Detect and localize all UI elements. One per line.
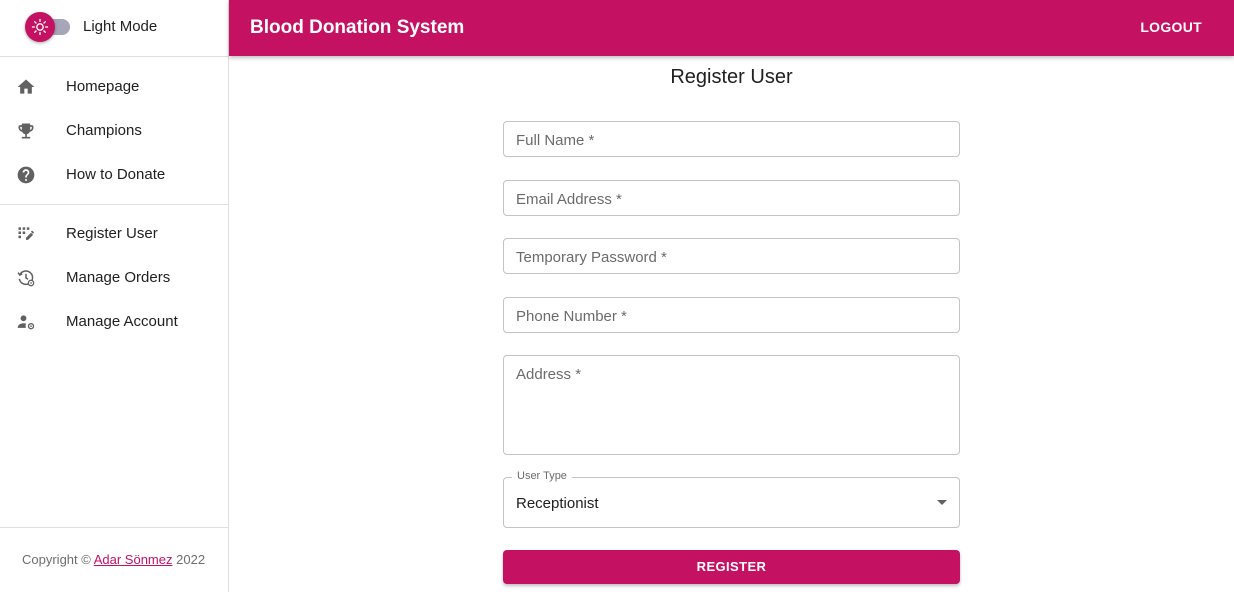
sidebar: Light Mode Homepage Champions How to Don… (0, 0, 229, 592)
register-button[interactable]: REGISTER (503, 550, 960, 584)
sidebar-footer: Copyright © Adar Sönmez 2022 (0, 527, 228, 592)
app-title: Blood Donation System (250, 17, 465, 38)
secondary-nav: Register User Manage Orders Manage Accou… (0, 212, 228, 344)
full-name-placeholder: Full Name * (516, 132, 595, 149)
email-field[interactable]: Email Address * (503, 180, 960, 216)
user-settings-icon (17, 315, 35, 330)
address-placeholder: Address * (516, 366, 582, 383)
full-name-field[interactable]: Full Name * (503, 121, 960, 157)
phone-placeholder: Phone Number * (516, 308, 627, 325)
email-placeholder: Email Address * (516, 191, 622, 208)
sidebar-item-label: Manage Orders (66, 269, 171, 286)
theme-label: Light Mode (83, 18, 158, 35)
history-settings-icon (17, 270, 35, 287)
copyright-prefix: Copyright © (22, 552, 91, 567)
copyright-text: Copyright © Adar Sönmez 2022 (22, 552, 205, 567)
sidebar-divider (0, 204, 228, 205)
user-type-label: User Type (512, 470, 572, 482)
theme-toggle-switch[interactable] (25, 12, 55, 42)
temporary-password-field[interactable]: Temporary Password * (503, 238, 960, 274)
home-icon (17, 79, 35, 94)
theme-toggle-row: Light Mode (0, 0, 228, 57)
author-link[interactable]: Adar Sönmez (94, 552, 173, 567)
sidebar-item-champions[interactable]: Champions (0, 109, 228, 153)
sidebar-item-how-to-donate[interactable]: How to Donate (0, 153, 228, 197)
page-title: Register User (670, 66, 793, 88)
sidebar-item-homepage[interactable]: Homepage (0, 65, 228, 109)
sidebar-item-label: Homepage (66, 78, 140, 95)
password-placeholder: Temporary Password * (516, 249, 667, 266)
phone-number-field[interactable]: Phone Number * (503, 297, 960, 333)
app-bar: Blood Donation System LOGOUT (229, 0, 1234, 56)
app-registration-icon (18, 227, 34, 240)
trophy-icon (18, 123, 34, 139)
help-circle-icon (17, 166, 35, 184)
sidebar-item-label: Manage Account (66, 313, 178, 330)
sidebar-item-label: Champions (66, 122, 142, 139)
user-type-select[interactable]: User Type Receptionist (503, 470, 960, 528)
sidebar-item-register-user[interactable]: Register User (0, 212, 228, 256)
sidebar-item-label: Register User (66, 225, 158, 242)
dropdown-arrow-icon (937, 500, 947, 505)
sidebar-item-manage-account[interactable]: Manage Account (0, 300, 228, 344)
sun-icon (31, 18, 49, 36)
user-type-value: Receptionist (516, 495, 599, 512)
sidebar-item-manage-orders[interactable]: Manage Orders (0, 256, 228, 300)
logout-button[interactable]: LOGOUT (1140, 19, 1202, 35)
sidebar-item-label: How to Donate (66, 166, 166, 183)
primary-nav: Homepage Champions How to Donate (0, 65, 228, 197)
address-field[interactable]: Address * (503, 355, 960, 455)
copyright-year: 2022 (176, 552, 206, 567)
